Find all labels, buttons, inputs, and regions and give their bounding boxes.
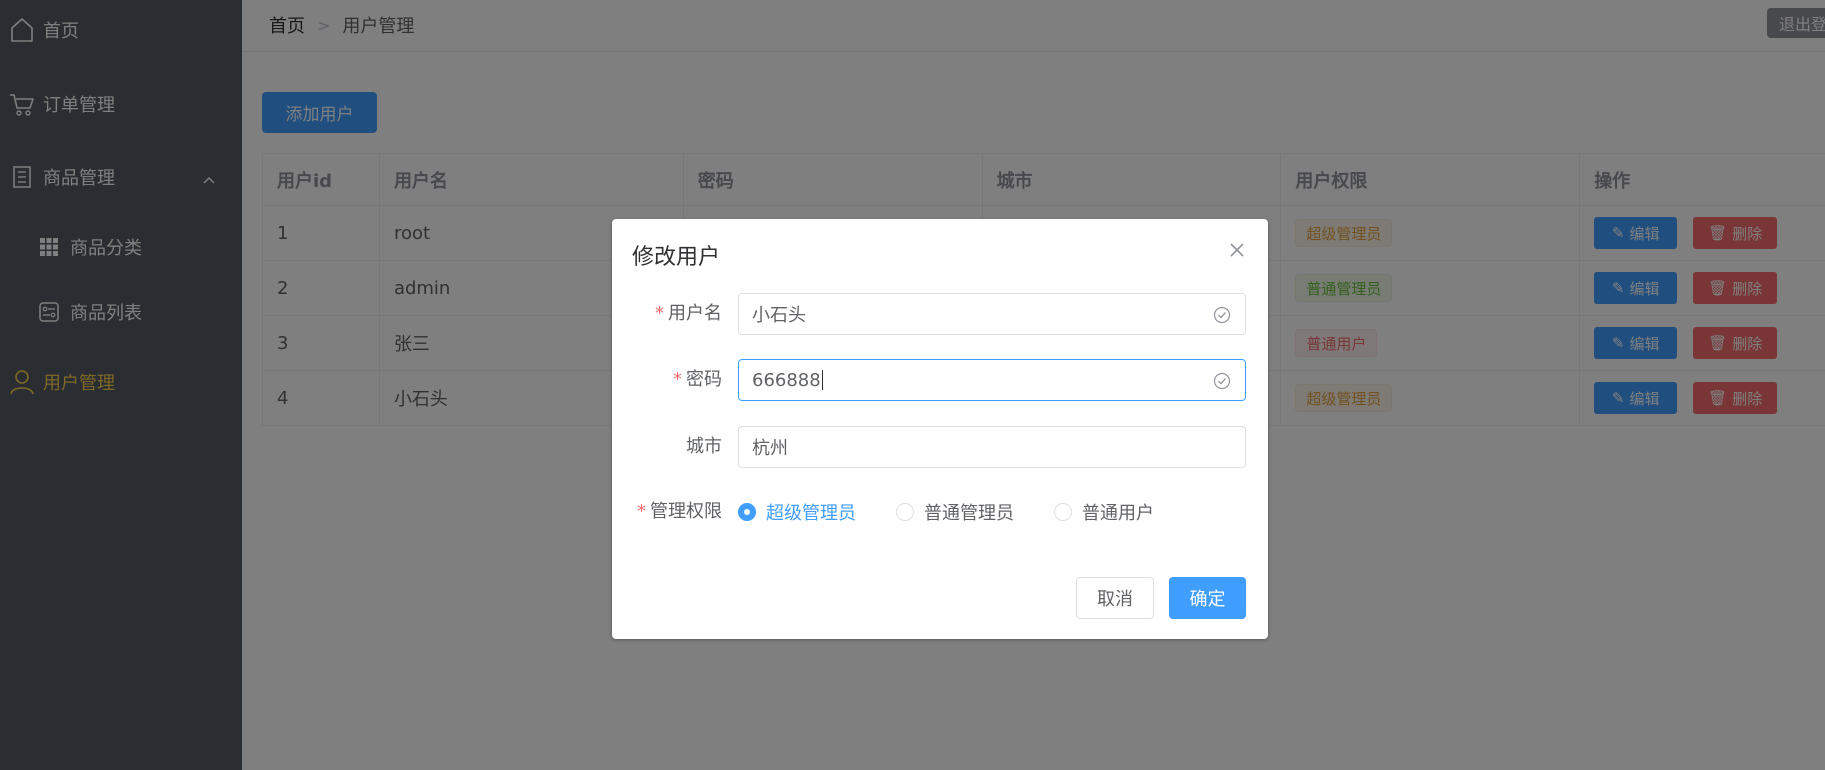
username-input[interactable]: 小石头	[738, 293, 1246, 335]
radio-dot	[738, 503, 756, 521]
form-row-role: * 管理权限 超级管理员 普通管理员 普通用户	[612, 491, 1268, 533]
radio-label: 普通用户	[1082, 503, 1154, 524]
password-input[interactable]: 666888	[738, 359, 1246, 401]
confirm-button[interactable]: 确定	[1169, 577, 1246, 619]
cancel-button[interactable]: 取消	[1076, 577, 1154, 619]
form-row-city: 城市 杭州	[612, 426, 1268, 468]
edit-user-dialog: 修改用户 * 用户名 小石头 * 密码 666888 城市 杭州 * 管理权限 超级管…	[612, 219, 1268, 639]
radio-dot	[1054, 503, 1072, 521]
radio-dot	[896, 503, 914, 521]
username-label: * 用户名	[612, 293, 722, 335]
label-text: 用户名	[668, 303, 722, 324]
radio-super-admin[interactable]: 超级管理员	[738, 499, 856, 525]
input-value: 666888	[752, 369, 821, 391]
city-label: 城市	[686, 436, 722, 457]
radio-label: 普通管理员	[924, 503, 1014, 524]
text-caret	[821, 370, 823, 390]
role-radio-group: 超级管理员 普通管理员 普通用户	[738, 491, 1194, 533]
label-text: 管理权限	[650, 501, 722, 522]
label-text: 密码	[686, 369, 722, 390]
required-mark: *	[673, 369, 682, 390]
radio-user[interactable]: 普通用户	[1054, 499, 1154, 525]
radio-label: 超级管理员	[766, 503, 856, 524]
check-circle-icon	[1213, 372, 1231, 395]
form-row-username: * 用户名 小石头	[612, 293, 1268, 335]
form-row-password: * 密码 666888	[612, 359, 1268, 401]
close-icon[interactable]	[1228, 241, 1246, 259]
required-mark: *	[655, 303, 664, 324]
check-circle-icon	[1213, 306, 1231, 329]
city-input[interactable]: 杭州	[738, 426, 1246, 468]
input-value: 小石头	[752, 305, 806, 326]
role-label: * 管理权限	[612, 491, 722, 533]
required-mark: *	[637, 501, 646, 522]
dialog-title: 修改用户	[632, 245, 721, 270]
input-value: 杭州	[752, 438, 788, 459]
password-label: * 密码	[612, 359, 722, 401]
radio-admin[interactable]: 普通管理员	[896, 499, 1014, 525]
